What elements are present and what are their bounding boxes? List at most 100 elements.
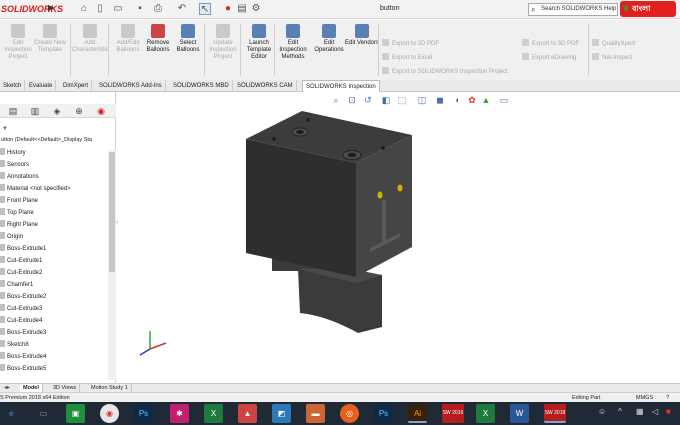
plane-icon xyxy=(0,196,5,203)
tab-sketch[interactable]: Sketch xyxy=(0,80,26,92)
tree-item-top-plane[interactable]: Top Plane xyxy=(0,207,34,219)
display-manager-tab-icon[interactable]: ◉ xyxy=(94,105,108,117)
create-new-template-button[interactable]: Create New Template xyxy=(32,22,68,78)
app-icon[interactable]: ▬ xyxy=(306,404,325,423)
configuration-tab-icon[interactable]: ◈ xyxy=(50,105,64,117)
photoshop-icon[interactable]: Ps xyxy=(374,404,393,423)
tree-item-cut-extrude3[interactable]: Cut-Extrude3 xyxy=(0,303,42,315)
dimxpert-tab-icon[interactable]: ⊕ xyxy=(72,105,86,117)
new-document-icon[interactable]: ▯ xyxy=(94,3,106,15)
tree-item-chamfer1[interactable]: Chamfer1 xyxy=(0,279,33,291)
tree-item-boss-extrude2[interactable]: Boss-Extrude2 xyxy=(0,291,46,303)
tree-item-cut-extrude1[interactable]: Cut-Extrude1 xyxy=(0,255,42,267)
store-icon[interactable]: ▣ xyxy=(66,404,85,423)
link-label: Export to SOLIDWORKS Inspection Project xyxy=(392,69,508,75)
export-excel-link[interactable]: Export to Excel xyxy=(382,53,508,62)
file-properties-icon[interactable]: ▤ xyxy=(236,3,248,15)
solidworks-logo[interactable]: SOLIDWORKS xyxy=(0,2,63,16)
photoshop-icon[interactable]: Ps xyxy=(134,404,153,423)
options-gear-icon[interactable]: ⚙ xyxy=(250,3,262,15)
volume-icon[interactable]: ◁ xyxy=(652,407,658,416)
chamfer-icon xyxy=(0,280,5,287)
edit-operations-button[interactable]: Edit Operations xyxy=(311,22,347,78)
language-flag-icon[interactable]: ■ xyxy=(666,407,671,416)
tree-item-right-plane[interactable]: Right Plane xyxy=(0,219,38,231)
property-manager-tab-icon[interactable]: ▥ xyxy=(28,105,42,117)
search-icon: ⌕ xyxy=(531,5,536,14)
people-icon[interactable]: ☺ xyxy=(598,407,606,416)
tree-item-label: Right Plane xyxy=(7,222,39,228)
rebuild-icon[interactable]: ● xyxy=(222,3,234,15)
excel-icon[interactable]: X xyxy=(476,404,495,423)
tray-expand-icon[interactable]: ^ xyxy=(618,407,622,416)
export-edrawing-link[interactable]: Export eDrawing xyxy=(522,53,579,62)
tree-item-annotations[interactable]: Annotations xyxy=(0,171,39,183)
tab-dimxpert[interactable]: DimXpert xyxy=(60,80,93,92)
net-inspect-link[interactable]: Net-Inspect xyxy=(592,53,635,62)
net-inspect-icon xyxy=(592,53,599,60)
app-icon[interactable]: ◩ xyxy=(272,404,291,423)
feature-tree-tab-icon[interactable]: ▤ xyxy=(6,105,20,117)
tree-item-sketch8[interactable]: Sketch8 xyxy=(0,339,29,351)
tree-item-label: History xyxy=(7,150,26,156)
tree-item-origin[interactable]: Origin xyxy=(0,231,23,243)
tab-solidworks-mbd[interactable]: SOLIDWORKS MBD xyxy=(170,80,233,92)
tree-item-history[interactable]: History xyxy=(0,147,26,159)
tree-item-cut-extrude4[interactable]: Cut-Extrude4 xyxy=(0,315,42,327)
tab-solidworks-add-ins[interactable]: SOLIDWORKS Add-Ins xyxy=(96,80,166,92)
excel-icon[interactable]: X xyxy=(204,404,223,423)
model-yellow-pin xyxy=(397,184,403,192)
illustrator-icon[interactable]: Ai xyxy=(408,404,427,423)
app-icon[interactable]: ▲ xyxy=(238,404,257,423)
undo-icon[interactable]: ↶ xyxy=(176,3,188,15)
tree-item-sensors[interactable]: Sensors xyxy=(0,159,29,171)
export-3d-pdf-link[interactable]: Export to 3D PDF xyxy=(522,39,579,48)
network-icon[interactable]: ▦ xyxy=(636,407,644,416)
select-pointer-icon[interactable]: ↖ xyxy=(199,3,211,15)
solidworks-2018-icon[interactable]: SW 2018 xyxy=(544,404,566,423)
graphics-area[interactable] xyxy=(120,105,680,383)
app-icon[interactable]: ✱ xyxy=(170,404,189,423)
separator xyxy=(70,24,71,76)
button-label: Remove Balloons xyxy=(146,40,170,53)
tree-item-boss-extrude5[interactable]: Boss-Extrude5 xyxy=(0,363,46,375)
solidworks-2016-icon[interactable]: SW 2016 xyxy=(442,404,464,423)
feature-tree-scroll-thumb[interactable] xyxy=(109,152,115,272)
export-inspection-project-link[interactable]: Export to SOLIDWORKS Inspection Project xyxy=(382,67,508,76)
inspection-methods-icon xyxy=(286,24,300,38)
tree-item-boss-extrude3[interactable]: Boss-Extrude3 xyxy=(0,327,46,339)
tree-root-part[interactable]: utton (Default<<Default>_Display Sta xyxy=(1,137,113,143)
launch-template-editor-button[interactable]: Launch Template Editor xyxy=(241,22,277,78)
tab-solidworks-inspection[interactable]: SOLIDWORKS Inspection xyxy=(302,80,380,92)
tree-item-boss-extrude1[interactable]: Boss-Extrude1 xyxy=(0,243,46,255)
title-bar: SOLIDWORKS ▶ ⌂ ▯ ▭ ▪ ⎙ ↶ ↖ ● ▤ ⚙ button … xyxy=(0,0,680,19)
help-search-input[interactable]: ⌕ Search SOLIDWORKS Help xyxy=(528,3,618,16)
tree-item-boss-extrude4[interactable]: Boss-Extrude4 xyxy=(0,351,46,363)
edit-inspection-project-button[interactable]: Edit Inspection Project xyxy=(0,22,36,78)
filter-icon[interactable]: ▼ xyxy=(2,126,8,132)
print-icon[interactable]: ⎙ xyxy=(152,3,164,15)
tree-item-cut-extrude2[interactable]: Cut-Extrude2 xyxy=(0,267,42,279)
save-icon[interactable]: ▪ xyxy=(134,3,146,15)
export-2d-pdf-link[interactable]: Export to 2D PDF xyxy=(382,39,508,48)
edit-vendors-button[interactable]: Edit Vendors xyxy=(344,22,380,78)
excel-icon xyxy=(382,53,389,60)
select-balloons-button[interactable]: Select Balloons xyxy=(170,22,206,78)
tree-item-material[interactable]: Material <not specified> xyxy=(0,183,71,195)
tab-solidworks-cam[interactable]: SOLIDWORKS CAM xyxy=(234,80,297,92)
home-icon[interactable]: ⌂ xyxy=(78,3,90,15)
chrome-icon[interactable]: ◉ xyxy=(100,404,119,423)
tree-item-label: Boss-Extrude5 xyxy=(7,366,47,372)
word-icon[interactable]: W xyxy=(510,404,529,423)
qualityxpert-link[interactable]: QualityXpert xyxy=(592,39,635,48)
tab-evaluate[interactable]: Evaluate xyxy=(26,80,57,92)
add-characteristic-button[interactable]: Add Characteristic xyxy=(72,22,109,78)
menu-expand-arrow-icon[interactable]: ▶ xyxy=(48,3,56,15)
edge-browser-icon[interactable]: e xyxy=(2,404,21,423)
open-folder-icon[interactable]: ▭ xyxy=(112,3,124,15)
update-inspection-project-button[interactable]: Update Inspection Project xyxy=(205,22,241,78)
edit-inspection-methods-button[interactable]: Edit Inspection Methods xyxy=(275,22,311,78)
firefox-icon[interactable]: ◎ xyxy=(340,404,359,423)
file-explorer-icon[interactable]: ▭ xyxy=(34,404,53,423)
tree-item-front-plane[interactable]: Front Plane xyxy=(0,195,38,207)
